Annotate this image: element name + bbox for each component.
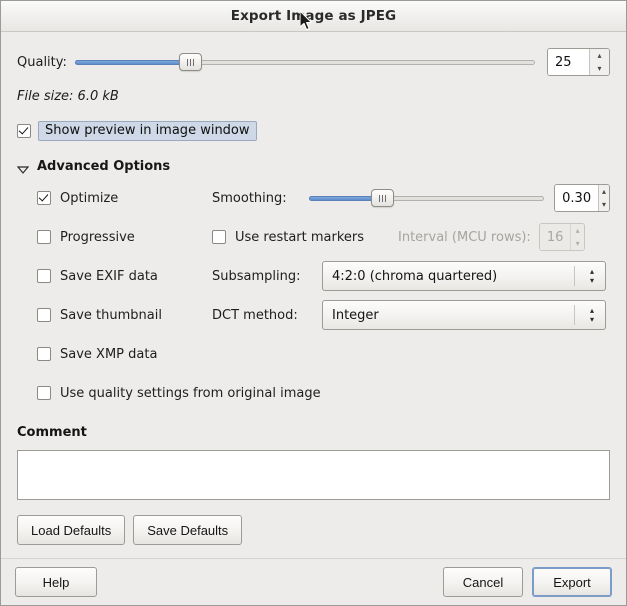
quality-row: Quality: 25 ▴ ▾ [17,48,610,76]
updown-chevron-icon[interactable]: ▴ ▾ [583,305,605,324]
subsampling-chevron-up-icon: ▴ [589,266,594,276]
subsampling-divider [574,266,575,286]
smoothing-slider-handle[interactable] [370,189,394,207]
save-xmp-label[interactable]: Save XMP data [60,347,157,362]
comment-title: Comment [17,425,87,440]
interval-value: 16 [539,224,571,250]
load-defaults-button[interactable]: Load Defaults [17,515,126,545]
advanced-options-title: Advanced Options [37,159,171,174]
use-quality-original-row: Use quality settings from original image [37,381,610,405]
quality-spinner[interactable]: 25 ▴ ▾ [547,48,610,76]
exif-subsampling-row: Save EXIF data Subsampling: 4:2:0 (chrom… [37,261,610,291]
help-button[interactable]: Help [15,567,97,597]
interval-group: Interval (MCU rows): 16 ▴ ▾ [398,223,585,251]
dct-method-label: DCT method: [212,307,298,323]
quality-slider[interactable] [75,51,535,73]
dialog-title: Export Image as JPEG [230,8,397,24]
use-restart-markers-label[interactable]: Use restart markers [235,230,364,245]
updown-chevron-icon[interactable]: ▴ ▾ [583,266,605,285]
save-thumbnail-checkbox[interactable] [37,308,51,322]
progressive-group: Progressive [37,230,212,245]
quality-value[interactable]: 25 [548,49,589,75]
show-preview-label[interactable]: Show preview in image window [38,121,257,141]
subsampling-value: 4:2:0 (chroma quartered) [332,268,498,284]
progressive-label[interactable]: Progressive [60,230,135,245]
quality-slider-handle[interactable] [179,53,202,71]
save-xmp-group: Save XMP data [37,347,212,362]
optimize-checkbox[interactable] [37,191,51,205]
quality-slider-fill [75,59,190,65]
quality-spin-down-icon[interactable]: ▾ [590,62,609,75]
quality-spinner-arrows[interactable]: ▴ ▾ [589,49,609,75]
dialog-content: Quality: 25 ▴ ▾ File size: 6.0 kB Show p… [1,48,626,545]
optimize-group: Optimize [37,191,212,206]
smoothing-spin-up-icon[interactable]: ▴ [599,185,609,198]
progressive-restart-row: Progressive Use restart markers Interval… [37,223,610,251]
advanced-options-panel: Optimize Smoothing: 0.30 ▴ ▾ Progressive… [17,184,610,405]
use-quality-original-group: Use quality settings from original image [37,386,321,401]
save-exif-label[interactable]: Save EXIF data [60,269,158,284]
quality-spin-up-icon[interactable]: ▴ [590,49,609,62]
restart-markers-group: Use restart markers [212,230,396,245]
cancel-button[interactable]: Cancel [443,567,523,597]
smoothing-spinner-arrows[interactable]: ▴ ▾ [598,185,609,211]
file-size-text: File size: 6.0 kB [17,89,119,104]
export-jpeg-dialog: Export Image as JPEG Quality: 25 ▴ ▾ Fil… [0,0,627,606]
use-quality-original-label[interactable]: Use quality settings from original image [60,386,321,401]
advanced-options-expander[interactable]: Advanced Options [16,159,610,174]
dialog-action-area: Help Cancel Export [1,558,626,605]
interval-spinner-arrows: ▴ ▾ [570,224,584,250]
thumbnail-dct-row: Save thumbnail DCT method: Integer ▴ ▾ [37,300,610,330]
dct-method-value: Integer [332,307,379,323]
dct-divider [574,305,575,325]
save-thumbnail-label[interactable]: Save thumbnail [60,308,162,323]
chevron-down-icon[interactable] [16,163,30,174]
interval-label: Interval (MCU rows): [398,229,531,245]
show-preview-row: Show preview in image window [17,120,610,142]
save-defaults-button[interactable]: Save Defaults [133,515,243,545]
defaults-button-row: Load Defaults Save Defaults [17,515,610,545]
save-xmp-row: Save XMP data [37,342,610,366]
save-thumbnail-group: Save thumbnail [37,308,212,323]
smoothing-spin-down-icon[interactable]: ▾ [599,198,609,211]
dct-chevron-up-icon: ▴ [589,305,594,315]
optimize-smoothing-row: Optimize Smoothing: 0.30 ▴ ▾ [37,184,610,212]
smoothing-label: Smoothing: [212,190,287,206]
quality-label: Quality: [17,54,67,70]
export-button[interactable]: Export [532,567,612,597]
smoothing-slider[interactable] [309,187,545,209]
interval-spinner: 16 ▴ ▾ [538,223,585,251]
comment-textarea[interactable] [17,450,610,500]
dialog-titlebar: Export Image as JPEG [1,1,626,32]
save-exif-group: Save EXIF data [37,269,212,284]
show-preview-checkbox[interactable] [17,124,31,138]
smoothing-spinner[interactable]: 0.30 ▴ ▾ [554,184,610,212]
save-exif-checkbox[interactable] [37,269,51,283]
dct-method-dropdown[interactable]: Integer ▴ ▾ [322,300,606,330]
smoothing-value[interactable]: 0.30 [555,185,599,211]
subsampling-label: Subsampling: [212,268,301,284]
primary-actions: Cancel Export [443,567,612,597]
use-restart-markers-checkbox[interactable] [212,230,226,244]
subsampling-dropdown[interactable]: 4:2:0 (chroma quartered) ▴ ▾ [322,261,606,291]
interval-spin-up-icon: ▴ [575,225,580,235]
optimize-label[interactable]: Optimize [60,191,118,206]
save-xmp-checkbox[interactable] [37,347,51,361]
use-quality-original-checkbox[interactable] [37,386,51,400]
progressive-checkbox[interactable] [37,230,51,244]
subsampling-chevron-down-icon: ▾ [589,275,594,285]
dct-chevron-down-icon: ▾ [589,314,594,324]
interval-spin-down-icon: ▾ [575,238,580,248]
